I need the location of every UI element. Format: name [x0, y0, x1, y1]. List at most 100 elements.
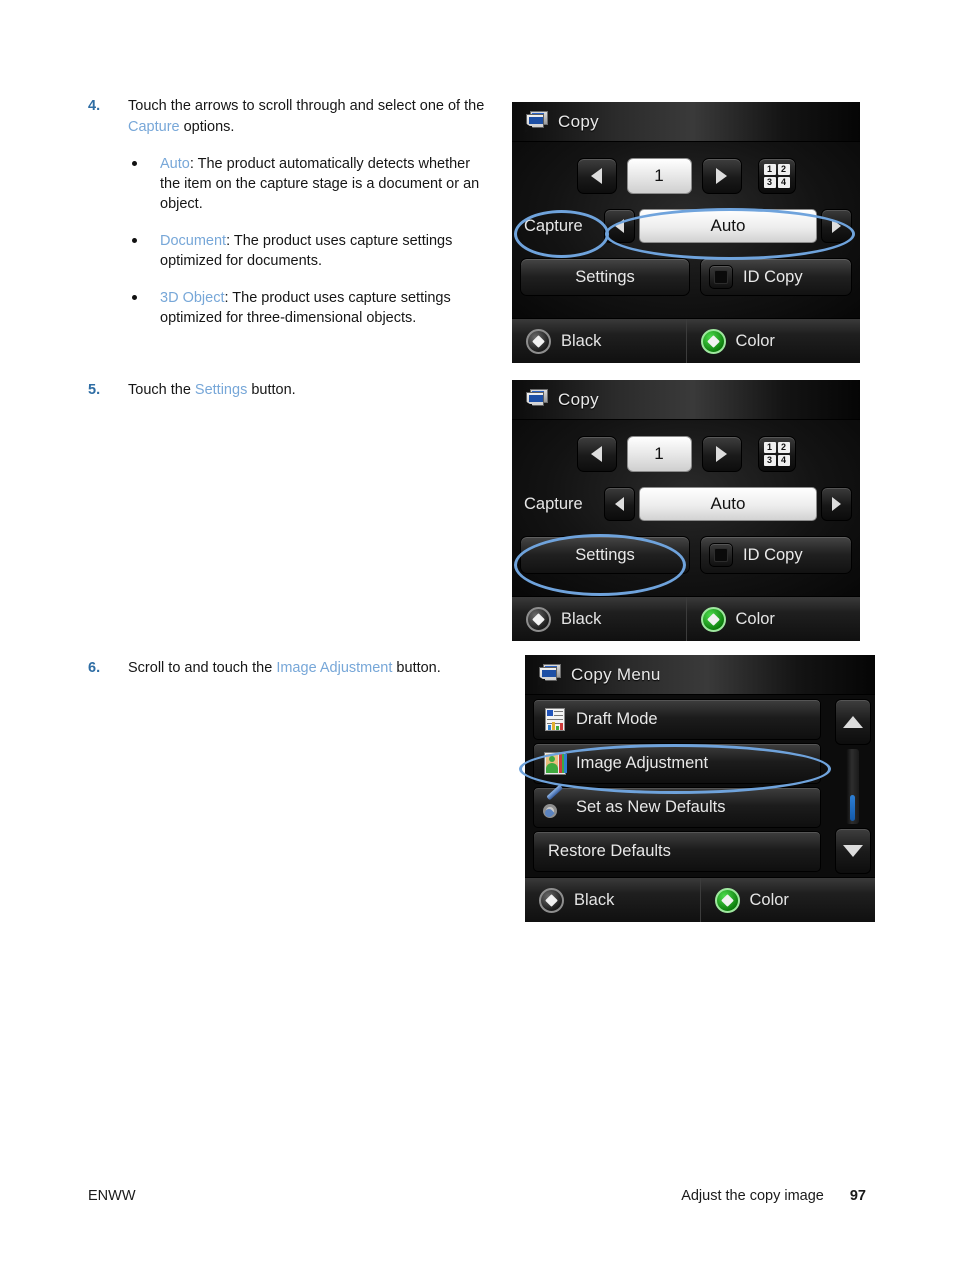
panel-3-title: Copy Menu — [571, 664, 661, 684]
menu-item-set-as-new-defaults[interactable]: Set as New Defaults — [533, 784, 821, 828]
step-4-text-after: options. — [179, 119, 235, 135]
copy-count-value[interactable]: 1 — [626, 158, 692, 194]
start-black-icon — [539, 887, 564, 913]
panel-2-title: Copy — [558, 389, 599, 409]
capture-label: Capture — [524, 494, 583, 513]
option-label-document: Document — [160, 233, 227, 249]
numeric-keypad-icon[interactable]: 1 2 3 4 — [757, 436, 796, 472]
menu-item-label: Set as New Defaults — [576, 798, 726, 816]
copy-document-icon — [525, 389, 548, 411]
scroll-down-button[interactable] — [835, 828, 871, 874]
panel-2-body: 1 1 2 3 4 Capture Auto Settings ID Copy — [512, 420, 860, 597]
numpad-digit-4: 4 — [777, 455, 790, 466]
color-label: Color — [735, 609, 775, 628]
footer-right-group: Adjust the copy image 97 — [681, 1188, 866, 1204]
capture-value[interactable]: Auto — [639, 209, 817, 243]
black-label: Black — [561, 609, 602, 628]
step-6: 6. Scroll to and touch the Image Adjustm… — [88, 658, 488, 679]
copy-menu-list: Draft Mode Image Adjustment Set as New D… — [533, 699, 821, 875]
menu-item-label: Restore Defaults — [548, 842, 671, 860]
panel-3-footer: Black Color — [525, 877, 875, 922]
capture-setting-row: Capture Auto — [520, 487, 852, 521]
menu-item-label: Image Adjustment — [576, 754, 709, 772]
panel-1-header: Copy — [512, 102, 860, 142]
capture-next-button[interactable] — [821, 487, 852, 521]
menu-scrollbar[interactable] — [835, 699, 871, 874]
step-4-link-capture: Capture — [128, 119, 180, 135]
copy-menu-screen-highlighted: Copy Menu Draft Mode Image Adjustment Se… — [525, 655, 875, 922]
black-label: Black — [574, 890, 615, 909]
id-copy-button[interactable]: ID Copy — [700, 258, 852, 296]
numpad-digit-2: 2 — [777, 442, 790, 453]
copy-count-row: 1 1 2 3 4 — [512, 436, 860, 472]
panel-1-lower-row: Settings ID Copy — [520, 258, 852, 296]
chevron-right-icon — [832, 219, 841, 233]
color-label: Color — [749, 890, 789, 909]
menu-item-label: Draft Mode — [576, 710, 658, 728]
checkbox-icon[interactable] — [709, 543, 733, 567]
capture-next-button[interactable] — [821, 209, 852, 243]
copy-count-increment-button[interactable] — [701, 436, 742, 472]
chevron-left-icon — [615, 497, 624, 511]
settings-button[interactable]: Settings — [520, 536, 690, 574]
color-start-button[interactable]: Color — [685, 319, 861, 363]
panel-1-title: Copy — [558, 111, 599, 131]
numeric-keypad-icon[interactable]: 1 2 3 4 — [757, 158, 796, 194]
set-defaults-icon — [542, 784, 568, 821]
color-start-button[interactable]: Color — [685, 597, 861, 641]
page-footer: ENWW Adjust the copy image 97 — [88, 1188, 866, 1204]
copy-count-value[interactable]: 1 — [626, 436, 692, 472]
capture-options-list: Auto: The product automatically detects … — [128, 154, 488, 328]
numpad-digit-3: 3 — [763, 177, 776, 188]
capture-previous-button[interactable] — [604, 209, 635, 243]
black-start-button[interactable]: Black — [512, 319, 686, 363]
id-copy-label: ID Copy — [743, 267, 803, 286]
scrollbar-track[interactable] — [846, 749, 859, 824]
step-4-text-before: Touch the arrows to scroll through and s… — [128, 98, 485, 114]
copy-count-decrement-button[interactable] — [576, 158, 617, 194]
panel-3-body: Draft Mode Image Adjustment Set as New D… — [525, 695, 875, 879]
copy-count-increment-button[interactable] — [701, 158, 742, 194]
color-label: Color — [735, 331, 775, 350]
panel-3-header: Copy Menu — [525, 655, 875, 695]
color-start-button[interactable]: Color — [699, 878, 876, 922]
menu-item-image-adjustment[interactable]: Image Adjustment — [533, 743, 821, 784]
checkbox-icon[interactable] — [709, 265, 733, 289]
footer-enww: ENWW — [88, 1188, 136, 1204]
capture-previous-button[interactable] — [604, 487, 635, 521]
bullet-dot-icon — [132, 295, 137, 300]
panel-2-lower-row: Settings ID Copy — [520, 536, 852, 574]
panel-2-footer: Black Color — [512, 596, 860, 641]
black-start-button[interactable]: Black — [512, 597, 686, 641]
settings-button[interactable]: Settings — [520, 258, 690, 296]
capture-value[interactable]: Auto — [639, 487, 817, 521]
copy-count-decrement-button[interactable] — [576, 436, 617, 472]
chevron-left-icon — [615, 219, 624, 233]
copy-screen-capture-highlighted: Copy 1 1 2 3 4 Capture Auto Settings ID … — [512, 102, 860, 363]
menu-item-draft-mode[interactable]: Draft Mode — [533, 699, 821, 740]
panel-1-footer: Black Color — [512, 318, 860, 363]
triangle-up-icon — [843, 716, 863, 728]
step-4: 4. Touch the arrows to scroll through an… — [88, 96, 488, 328]
page-number: 97 — [849, 1188, 866, 1204]
capture-setting-row: Capture Auto — [520, 209, 852, 243]
black-start-button[interactable]: Black — [525, 878, 700, 922]
numpad-digit-3: 3 — [763, 455, 776, 466]
list-item: Auto: The product automatically detects … — [128, 154, 488, 214]
step-6-link-image-adjustment: Image Adjustment — [276, 660, 393, 676]
scrollbar-thumb[interactable] — [850, 795, 855, 821]
step-5: 5. Touch the Settings button. — [88, 380, 488, 401]
copy-document-icon — [538, 664, 561, 686]
step-6-number: 6. — [88, 660, 101, 676]
instruction-steps: 4. Touch the arrows to scroll through an… — [88, 96, 488, 676]
triangle-down-icon — [843, 845, 863, 857]
chevron-left-icon — [591, 168, 602, 184]
id-copy-button[interactable]: ID Copy — [700, 536, 852, 574]
start-black-icon — [526, 606, 551, 632]
start-color-icon — [700, 328, 726, 354]
numpad-digit-1: 1 — [763, 164, 776, 175]
numpad-digit-1: 1 — [763, 442, 776, 453]
scroll-up-button[interactable] — [835, 699, 871, 745]
menu-item-restore-defaults[interactable]: Restore Defaults — [533, 831, 821, 872]
step-6-text-after: button. — [392, 660, 441, 676]
